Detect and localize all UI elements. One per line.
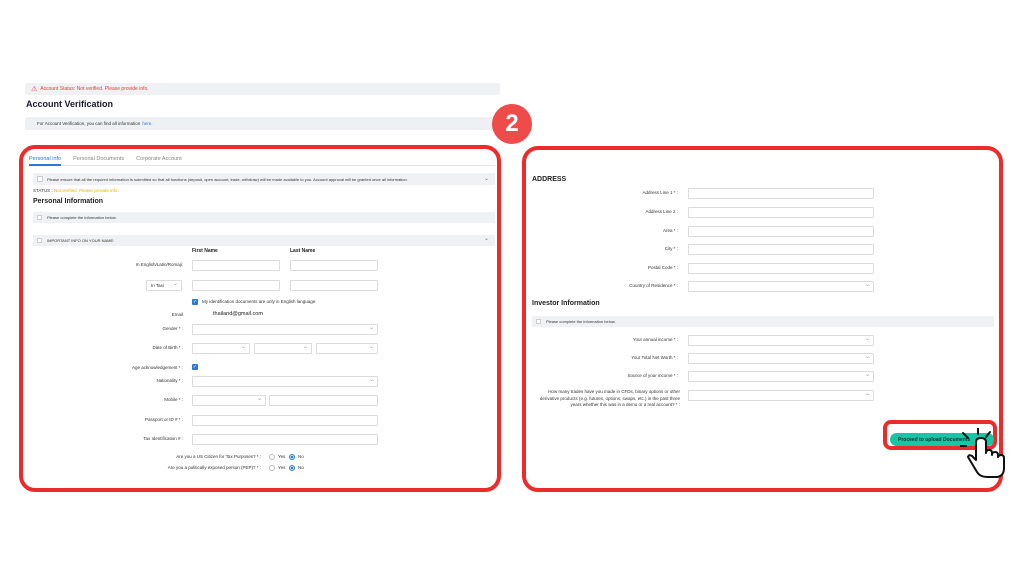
dob-label: Date of Birth * : [152,345,183,350]
trades-select[interactable] [688,390,874,401]
step-badge: 2 [492,104,532,144]
us-citizen-no-label: No [298,454,304,459]
tax-id-input[interactable] [192,434,378,445]
dob-month-select[interactable] [254,343,312,354]
tab-corporate-account[interactable]: Corporate Account [136,156,182,162]
us-citizen-yes-radio[interactable] [269,454,275,460]
gender-label: Gender * : [162,326,183,331]
last-name-local-input[interactable] [290,280,378,291]
annual-income-select[interactable] [688,335,874,346]
pep-yes-label: Yes [278,465,286,470]
gender-select[interactable] [192,324,378,335]
notice-icon [37,176,43,182]
tabs-divider [29,165,495,166]
tax-id-label: Tax Identification # : [143,436,183,441]
last-name-header: Last Name [290,248,316,254]
hand-pointer-icon [960,428,1005,478]
tab-personal-info[interactable]: Personal info [29,156,61,162]
address-line2-input[interactable] [688,207,874,218]
important-info-text: IMPORTANT INFO ON YOUR NAME: [47,238,115,243]
mobile-input[interactable] [269,395,378,406]
chevron-down-icon[interactable]: ⌄ [484,175,489,182]
investor-info-title: Investor Information [532,300,600,307]
pep-yes-radio[interactable] [269,465,275,471]
name-label: In English/Latin/Romaji: [135,262,183,267]
chevron-down-icon[interactable]: ⌄ [484,235,489,242]
address-line1-label: Address Line 1 * : [642,190,678,195]
postal-code-label: Postal Code * : [647,265,678,270]
english-docs-label: My identification documents are only in … [202,299,316,304]
country-label: Country of Residence * : [629,283,678,288]
page-title: Account Verification [26,99,114,109]
first-name-header: First Name [192,248,218,254]
name-prefix-select[interactable]: In Tasi [146,280,182,291]
income-source-select[interactable] [688,371,874,382]
address-line1-input[interactable] [688,188,874,199]
pep-label: Are you a politically exposed person (PE… [167,465,261,470]
email-label: Email [171,312,183,317]
account-status-alert: ⚠ Account Status: Not verified. Please p… [25,83,500,95]
personal-info-panel: Personal info Personal Documents Corpora… [19,145,501,492]
dob-day-select[interactable] [192,343,250,354]
info-link[interactable]: here. [142,121,152,126]
passport-input[interactable] [192,415,378,426]
trades-label: How many trades have you made in CFDs, b… [539,389,680,407]
name-prefix-value: In Tasi [151,283,164,288]
info-text: For Account Verification, you can find a… [37,121,141,126]
area-label: Area * : [662,228,678,233]
annual-income-label: Your annual income * : [632,337,678,342]
important-info-banner[interactable]: IMPORTANT INFO ON YOUR NAME: ⌄ [33,235,495,246]
tab-personal-documents[interactable]: Personal Documents [73,156,124,162]
income-source-label: Source of your income * : [627,373,678,378]
country-select[interactable] [688,281,874,292]
active-tab-indicator [29,164,61,166]
subnote-icon [37,215,42,220]
net-worth-select[interactable] [688,353,874,364]
nationality-label: Nationality * : [156,378,183,383]
investor-subnote: Please complete the information below. [532,316,994,327]
important-info-icon [37,238,42,243]
personal-subnote-text: Please complete the information below. [47,215,117,220]
age-ack-checkbox[interactable]: ✓ [192,364,198,370]
city-label: City * : [664,246,678,251]
address-line2-label: Address Line 2 : [645,209,678,214]
pep-no-label: No [298,465,304,470]
email-value: thailand@gmail.com [213,311,263,317]
nationality-select[interactable] [192,376,378,387]
personal-info-title: Personal Information [33,198,104,205]
subnote-icon [536,319,541,324]
address-investor-panel: ADDRESS Address Line 1 * : Address Line … [522,146,1003,492]
us-citizen-no-radio[interactable] [289,454,295,460]
age-ack-label: Age acknowledgement * : [131,365,183,370]
investor-subnote-text: Please complete the information below. [546,319,616,324]
info-bar: For Account Verification, you can find a… [25,117,500,130]
alert-text: Account Status: Not verified. Please pro… [40,86,149,92]
warning-icon: ⚠ [31,86,38,93]
city-input[interactable] [688,244,874,255]
english-docs-checkbox[interactable]: ✓ [192,299,198,305]
notice-banner[interactable]: Please ensure that all the required info… [33,173,495,185]
status-value: Not verified. Please provide info. [53,188,119,193]
mobile-label: Mobile * : [164,397,183,402]
pep-no-radio[interactable] [289,465,295,471]
net-worth-label: Your Total Net Worth * : [631,355,678,360]
postal-code-input[interactable] [688,263,874,274]
tab-bar: Personal info Personal Documents Corpora… [29,156,182,162]
personal-subnote: Please complete the information below. [33,212,495,223]
us-citizen-yes-label: Yes [278,454,286,459]
dob-year-select[interactable] [316,343,378,354]
us-citizen-label: Are you a US Citizen for Tax Purposes? *… [176,454,261,459]
mobile-code-select[interactable] [192,395,266,406]
first-name-input[interactable] [192,260,280,271]
last-name-input[interactable] [290,260,378,271]
area-input[interactable] [688,226,874,237]
address-title: ADDRESS [532,176,567,183]
notice-text: Please ensure that all the required info… [47,176,407,182]
status-label: STATUS : [33,188,53,193]
status-line: STATUS : Not verified. Please provide in… [33,188,119,193]
passport-label: Passport or ID # * : [144,417,183,422]
first-name-local-input[interactable] [192,280,280,291]
